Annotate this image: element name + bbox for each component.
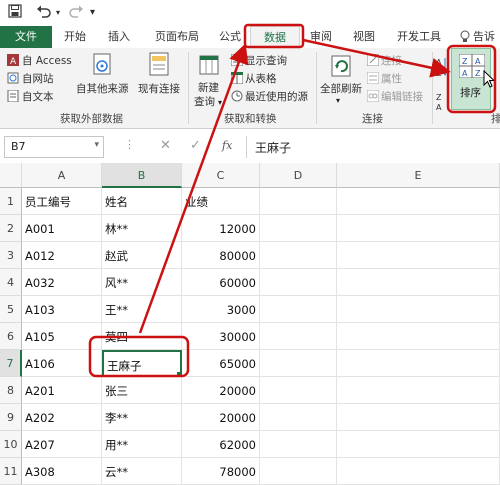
annotation-overlay — [88, 23, 497, 378]
highlight-box-sort-button — [446, 44, 497, 114]
arrow-cell-to-data-tab — [138, 43, 249, 334]
highlight-box-selected-cell — [88, 335, 190, 378]
highlight-box-data-tab — [243, 23, 305, 49]
arrow-data-tab-to-sort — [302, 38, 451, 78]
